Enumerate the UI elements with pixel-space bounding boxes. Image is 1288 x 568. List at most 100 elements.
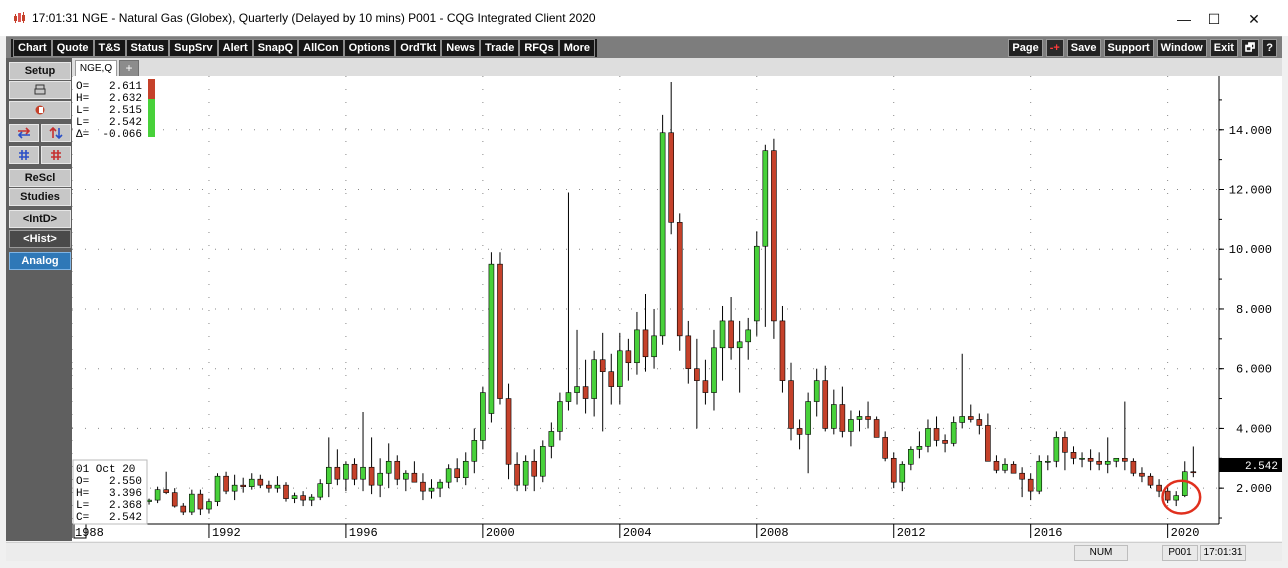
window-button[interactable]: Window [1156, 39, 1207, 57]
candle-body [189, 493, 195, 513]
candle-up [360, 412, 366, 492]
candle-body [933, 428, 940, 441]
candle-down [411, 461, 418, 483]
candle-body [214, 475, 221, 502]
studies-button[interactable]: Studies [9, 188, 71, 206]
candle-body [539, 446, 546, 477]
candle-body [908, 449, 914, 465]
candle-body [565, 392, 572, 402]
time-and-sales-button[interactable]: T&S [93, 39, 126, 57]
candle-body [642, 329, 649, 358]
analog-button[interactable]: Analog [9, 252, 71, 270]
alert-button[interactable]: Alert [217, 39, 253, 57]
candle-body [659, 132, 666, 337]
candle-down [257, 474, 264, 489]
candle-body [839, 404, 846, 432]
record-icon [35, 105, 45, 115]
candle-body [976, 419, 983, 426]
candlestick-chart[interactable]: 2.000 4.000 6.000 8.000 10.000 12.000 14.000 1… [71, 76, 1282, 541]
trade-button[interactable]: Trade [480, 39, 520, 57]
candle-up [522, 455, 529, 492]
candle-up [154, 486, 161, 504]
candle-down [180, 503, 187, 516]
top-high-label: H= [76, 93, 89, 105]
candle-body [1002, 463, 1008, 471]
historical-button[interactable]: <Hist> [9, 230, 71, 248]
candle-body [1156, 484, 1162, 492]
page-button[interactable]: Page [1008, 39, 1043, 57]
chart-button[interactable]: Chart [13, 39, 52, 57]
candle-body [197, 493, 204, 510]
record-button[interactable] [9, 101, 71, 119]
top-open-label: O= [76, 81, 89, 93]
page-add-remove-button[interactable]: -+ [1045, 39, 1064, 57]
candle-body [505, 398, 512, 465]
restore-window-icon[interactable]: 🗗 [1240, 39, 1260, 57]
grid-toggle-button[interactable] [9, 146, 39, 164]
ordtkt-button[interactable]: OrdTkt [395, 39, 442, 57]
sync-horizontal-button[interactable] [9, 124, 39, 142]
exit-button[interactable]: Exit [1209, 39, 1238, 57]
candle-body [1062, 437, 1068, 453]
tab-nge-q[interactable]: NGE,Q [75, 60, 117, 77]
candle-down [796, 419, 803, 450]
status-button[interactable]: Status [125, 39, 170, 57]
candle-down [933, 416, 940, 447]
grid-alt-button[interactable] [41, 146, 71, 164]
candle-body [548, 431, 555, 447]
candle-body [171, 492, 178, 507]
support-button[interactable]: Support [1103, 39, 1154, 57]
maximize-button[interactable]: ☐ [1194, 8, 1234, 30]
snapq-button[interactable]: SnapQ [252, 39, 299, 57]
candle-body [497, 263, 503, 399]
intraday-button[interactable]: <IntD> [9, 210, 71, 228]
candle-down [788, 362, 794, 441]
bottom-open-label: O= [76, 476, 89, 488]
help-button[interactable]: ? [1262, 39, 1277, 57]
save-button[interactable]: Save [1066, 39, 1101, 57]
candle-up [488, 252, 495, 423]
setup-button[interactable]: Setup [9, 62, 71, 80]
print-button[interactable] [9, 81, 71, 99]
candle-body [394, 460, 401, 480]
candle-up [377, 458, 383, 498]
rfqs-button[interactable]: RFQs [519, 39, 559, 57]
rescale-button[interactable]: ReScl [9, 169, 71, 187]
candle-body [736, 341, 743, 349]
bottom-close-label: C= [76, 512, 89, 524]
candle-body [711, 347, 717, 393]
candle-body [334, 466, 341, 480]
candle-down [625, 338, 632, 381]
candle-body [591, 359, 597, 399]
candle-body [360, 466, 366, 480]
candle-down [993, 455, 1000, 474]
allcon-button[interactable]: AllCon [298, 39, 344, 57]
candle-up [565, 192, 572, 411]
quote-button[interactable]: Quote [51, 39, 94, 57]
candle-up [762, 144, 769, 327]
candle-down [368, 437, 375, 495]
candle-body [385, 460, 392, 474]
candle-down [1062, 431, 1068, 471]
candle-down [223, 471, 229, 495]
candle-body [822, 380, 829, 429]
add-tab-button[interactable]: + [119, 60, 139, 77]
candle-down [839, 386, 846, 438]
bottom-ohlc-info: 01 Oct 20 O= 2.550 H= 3.396 L= 2.368 C= … [72, 459, 148, 525]
options-button[interactable]: Options [343, 39, 396, 57]
supsrv-button[interactable]: SupSrv [169, 39, 218, 57]
candle-down [454, 458, 460, 483]
close-button[interactable]: ✕ [1234, 8, 1274, 30]
candle-body [1096, 460, 1102, 465]
news-button[interactable]: News [441, 39, 480, 57]
chart-area[interactable]: 2.000 4.000 6.000 8.000 10.000 12.000 14.000 1… [71, 76, 1282, 541]
more-button[interactable]: More [558, 39, 595, 57]
candle-body [266, 484, 272, 489]
sync-vertical-button[interactable] [41, 124, 71, 142]
candle-down [1070, 446, 1077, 465]
candle-up [274, 476, 281, 493]
candle-down [1190, 446, 1197, 478]
candle-body [574, 386, 580, 393]
candle-up [745, 317, 752, 360]
candle-body [1139, 472, 1145, 477]
